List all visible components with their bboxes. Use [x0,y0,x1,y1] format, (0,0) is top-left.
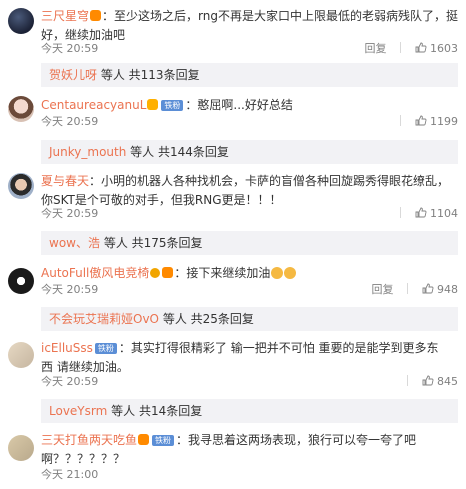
flex-emoji-icon [284,267,297,279]
comment-text: ：我寻思着这两场表现，狼行可以夸一夸了吧 [176,433,417,447]
member-badge-icon [138,434,150,445]
thumbs-up-icon [415,207,426,218]
divider [407,283,408,294]
avatar[interactable] [8,268,34,294]
comment-text: ：憨屈啊...好好总结 [185,98,293,112]
comment-text-continued: 好，继续加油吧 [41,28,126,42]
avatar[interactable] [8,8,34,34]
like-button[interactable]: 845 [422,374,458,390]
comment-username[interactable]: 夏与春天 [41,174,89,188]
replies-summary[interactable]: wow、浩 等人 共175条回复 [41,231,458,255]
divider [400,115,401,126]
like-button[interactable]: 1603 [415,41,458,57]
like-count: 1603 [430,42,458,55]
reply-button[interactable]: 回复 [365,41,387,57]
reply-count-text[interactable]: 等人 共25条回复 [163,312,254,326]
comment-username[interactable]: 三尺星穹 [41,9,89,23]
thumbs-up-icon [415,42,426,53]
thumbs-up-icon [422,375,433,386]
comment-username[interactable]: 三天打鱼两天吃鱼 [41,433,137,447]
comment-text-continued: 啊？？？？？？ [41,452,126,466]
comment-text: ：接下来继续加油 [174,266,271,280]
avatar[interactable] [8,96,34,122]
reply-button[interactable]: 回复 [372,282,394,298]
reply-count-text[interactable]: 等人 共175条回复 [104,236,203,250]
comment-feed: 三尺星穹 ：至少这场之后，rng不再是大家口中上限最低的老弱病残队了，挺 好，继续… [0,0,466,489]
reply-username[interactable]: 贺妖儿呀 [49,68,97,82]
divider [407,375,408,386]
comment-text: ：小明的机器人各种找机会，卡萨的盲僧各种回旋踢秀得眼花缭乱， [89,174,450,188]
avatar[interactable] [8,435,34,461]
comment-time: 今天 20:59 [41,207,99,220]
divider [400,207,401,218]
replies-summary[interactable]: 贺妖儿呀 等人 共113条回复 [41,63,458,87]
reply-username[interactable]: LoveYsrm [49,404,107,418]
fan-badge: 铁粉 [94,343,117,354]
comment-time: 今天 20:59 [41,375,99,388]
thumbs-up-icon [415,115,426,126]
fan-badge: 铁粉 [152,435,175,446]
avatar[interactable] [8,173,34,199]
reply-count-text[interactable]: 等人 共113条回复 [101,68,200,82]
divider [400,42,401,53]
like-count: 948 [437,283,458,296]
reply-count-text[interactable]: 等人 共14条回复 [111,404,202,418]
like-button[interactable]: 1104 [415,206,458,222]
like-count: 845 [437,375,458,388]
reply-username[interactable]: 不会玩艾瑞莉娅OvO [49,312,159,326]
comment-time: 今天 21:00 [41,468,99,481]
comment-time: 今天 20:59 [41,283,99,296]
thumbs-up-icon [422,283,433,294]
comment-text-continued: 西 请继续加油。 [41,360,129,374]
like-button[interactable]: 1199 [415,114,458,130]
comment-text-continued: 你SKT是个可敬的对手，但我RNG更是！！！ [41,193,282,207]
comment-text: ：至少这场之后，rng不再是大家口中上限最低的老弱病残队了，挺 [102,9,458,23]
comment-time: 今天 20:59 [41,42,99,55]
avatar[interactable] [8,342,34,368]
comment-text: ：其实打得很精彩了 输一把并不可怕 重要的是能学到更多东 [118,341,439,355]
like-button[interactable]: 948 [422,282,458,298]
like-count: 1104 [430,207,458,220]
fan-badge: 铁粉 [161,100,184,111]
like-count: 1199 [430,115,458,128]
member-badge-icon [90,10,102,21]
replies-summary[interactable]: LoveYsrm 等人 共14条回复 [41,399,458,423]
replies-summary[interactable]: 不会玩艾瑞莉娅OvO 等人 共25条回复 [41,307,458,331]
flex-emoji-icon [271,267,284,279]
comment-username[interactable]: icElluSss [41,341,93,355]
member-badge-icon [162,267,174,278]
comment-time: 今天 20:59 [41,115,99,128]
reply-username[interactable]: Junky_mouth [49,145,126,159]
member-badge-icon [147,99,159,110]
reply-username[interactable]: wow、浩 [49,236,100,250]
comment-username[interactable]: AutoFull傲风电竞椅 [41,266,149,280]
replies-summary[interactable]: Junky_mouth 等人 共144条回复 [41,140,458,164]
comment-username[interactable]: CentaureacyanuL [41,98,146,112]
reply-count-text[interactable]: 等人 共144条回复 [130,145,229,159]
verified-badge-icon [150,268,161,278]
